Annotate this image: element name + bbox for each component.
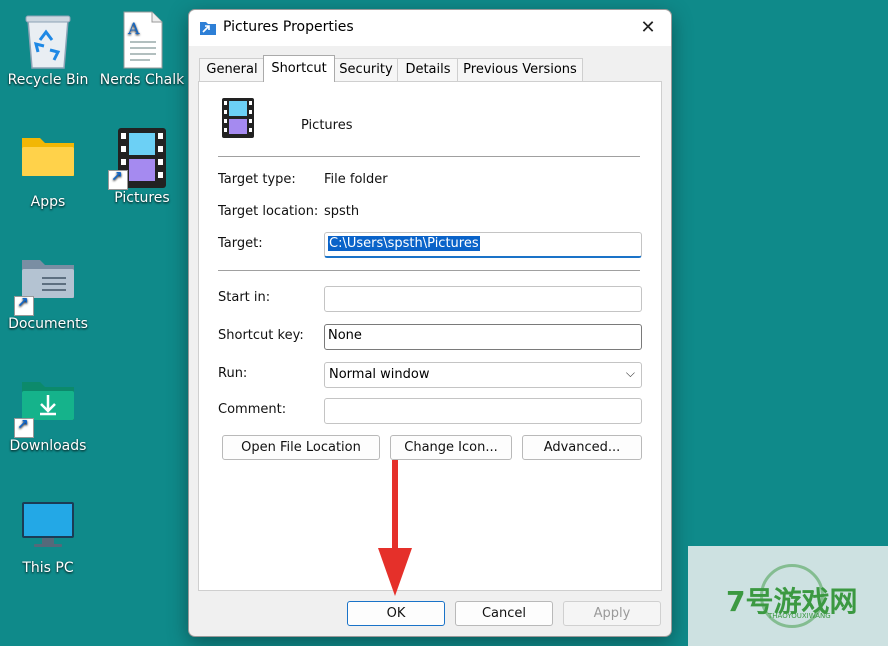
tab-label: Previous Versions — [463, 62, 577, 77]
desktop-icon-apps[interactable]: Apps — [2, 132, 94, 210]
shortcut-arrow-icon — [14, 417, 34, 438]
desktop-icon-label: This PC — [22, 560, 74, 576]
comment-label: Comment: — [218, 402, 287, 417]
close-button[interactable]: ✕ — [633, 14, 663, 42]
desktop-icon-documents[interactable]: Documents — [2, 254, 94, 332]
shortcut-name: Pictures — [301, 118, 353, 133]
start-in-label: Start in: — [218, 290, 271, 305]
tab-label: General — [206, 62, 258, 77]
film-folder-shortcut-icon — [108, 128, 170, 190]
dialog-title: Pictures Properties — [223, 19, 354, 35]
shortcut-key-label: Shortcut key: — [218, 328, 304, 343]
divider — [218, 270, 640, 271]
target-input[interactable]: C:\Users\spsth\Pictures — [324, 232, 642, 258]
recycle-bin-icon — [20, 10, 76, 69]
watermark: 7号游戏网 THAOYOUXIWANG — [688, 546, 888, 646]
shortcut-panel: Pictures Target type: File folder Target… — [198, 81, 662, 591]
svg-text:A: A — [127, 19, 140, 38]
run-select[interactable]: Normal window ⌵ — [324, 362, 642, 388]
tab-details[interactable]: Details — [397, 58, 459, 81]
desktop-icon-label: Recycle Bin — [7, 72, 89, 88]
run-select-value: Normal window — [329, 367, 430, 382]
desktop-icon-label: Apps — [30, 194, 66, 210]
tab-label: Shortcut — [271, 61, 327, 76]
target-input-value: C:\Users\spsth\Pictures — [328, 236, 480, 251]
text-document-icon: A — [114, 10, 170, 69]
target-location-label: Target location: — [218, 204, 319, 219]
run-label: Run: — [218, 366, 248, 381]
documents-folder-shortcut-icon — [14, 254, 76, 316]
title-bar[interactable]: Pictures Properties ✕ — [189, 10, 671, 46]
divider — [218, 156, 640, 157]
downloads-folder-shortcut-icon — [14, 376, 76, 438]
tab-previous-versions[interactable]: Previous Versions — [457, 58, 583, 81]
advanced-button[interactable]: Advanced... — [522, 435, 642, 460]
change-icon-button[interactable]: Change Icon... — [390, 435, 512, 460]
tab-label: Security — [339, 62, 393, 77]
desktop-icon-label: Pictures — [114, 190, 170, 206]
tab-label: Details — [405, 62, 451, 77]
desktop-icon-label: Downloads — [9, 438, 87, 454]
properties-dialog: Pictures Properties ✕ General Shortcut S… — [188, 9, 672, 637]
ok-button[interactable]: OK — [347, 601, 445, 626]
chevron-down-icon: ⌵ — [625, 366, 635, 380]
open-file-location-button[interactable]: Open File Location — [222, 435, 380, 460]
annotation-arrow-head — [378, 548, 412, 596]
target-type-value: File folder — [324, 172, 388, 187]
folder-shortcut-icon — [199, 20, 217, 36]
cancel-button[interactable]: Cancel — [455, 601, 553, 626]
desktop-icon-this-pc[interactable]: This PC — [2, 498, 94, 576]
desktop-icon-recycle-bin[interactable]: Recycle Bin — [2, 10, 94, 88]
tab-general[interactable]: General — [199, 58, 265, 81]
comment-input[interactable] — [324, 398, 642, 424]
desktop-icon-label: Documents — [8, 316, 88, 332]
watermark-subtext: THAOYOUXIWANG — [768, 612, 831, 620]
desktop-icon-downloads[interactable]: Downloads — [2, 376, 94, 454]
monitor-icon — [20, 498, 76, 554]
shortcut-key-input[interactable]: None — [324, 324, 642, 350]
apply-button[interactable]: Apply — [563, 601, 661, 626]
tab-shortcut[interactable]: Shortcut — [263, 55, 335, 82]
shortcut-arrow-icon — [14, 295, 34, 316]
annotation-arrow-shaft — [392, 460, 398, 555]
desktop-icon-pictures[interactable]: Pictures — [96, 128, 188, 206]
tab-security[interactable]: Security — [333, 58, 399, 81]
desktop-icon-nerds-chalk[interactable]: A Nerds Chalk — [96, 10, 188, 88]
shortcut-arrow-icon — [108, 169, 128, 190]
target-type-label: Target type: — [218, 172, 296, 187]
target-label: Target: — [218, 236, 263, 251]
target-location-value: spsth — [324, 204, 360, 219]
shortcut-film-icon — [220, 98, 256, 142]
desktop-icon-label: Nerds Chalk — [99, 72, 185, 88]
start-in-input[interactable] — [324, 286, 642, 312]
folder-icon — [20, 132, 76, 188]
